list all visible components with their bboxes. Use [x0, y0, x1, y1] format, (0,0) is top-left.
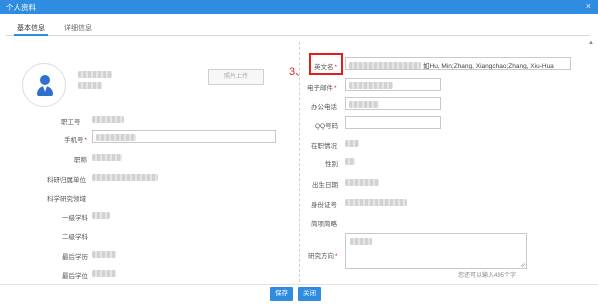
last-degree-level-value	[92, 270, 116, 277]
qq-field[interactable]	[345, 116, 441, 129]
english-name-field[interactable]: 如Hu, Min;Zhang, Xiangchao;Zhang, Xiu-Hua	[345, 57, 571, 70]
status-label: 在职情况	[311, 143, 337, 150]
last-degree-value	[92, 251, 116, 258]
staff-no-value	[92, 116, 124, 123]
id-card-label: 身份证号	[311, 202, 337, 209]
qq-label: QQ号码	[315, 123, 339, 130]
research-field-label: 科学研究领域	[47, 196, 86, 203]
second-subject-label: 二级学科	[62, 234, 88, 241]
staff-no-label: 职工号	[61, 119, 81, 126]
user-info-redacted	[78, 82, 102, 89]
phone-label: 手机号*	[64, 137, 88, 144]
close-button[interactable]: 关闭	[298, 287, 321, 301]
title-value	[92, 154, 122, 161]
resize-grip-icon[interactable]	[520, 262, 525, 267]
user-name-redacted	[78, 71, 112, 78]
unit-value	[92, 174, 158, 181]
phone-field[interactable]	[92, 130, 276, 143]
char-count-hint: 您还可以输入495个字	[458, 273, 517, 279]
user-avatar-icon	[37, 75, 53, 97]
title-label: 职称	[74, 157, 87, 164]
avatar	[22, 63, 66, 107]
tab-detail-info[interactable]: 详细信息	[64, 23, 92, 33]
scrollbar[interactable]	[588, 40, 594, 280]
dialog-title: 个人资料	[6, 3, 36, 12]
english-name-label: 英文名*	[314, 64, 338, 71]
close-icon[interactable]: ×	[586, 1, 591, 11]
birth-date-value	[345, 179, 379, 186]
tab-basic-info[interactable]: 基本信息	[14, 23, 48, 36]
id-card-value	[345, 199, 407, 206]
email-label: 电子邮件*	[307, 85, 337, 92]
status-value	[345, 140, 359, 147]
research-textarea[interactable]	[345, 233, 527, 269]
research-label: 研究方向*	[308, 253, 338, 260]
last-degree-label: 最后学历	[62, 254, 88, 261]
office-phone-label: 办公电话	[311, 104, 337, 111]
save-button[interactable]: 保存	[270, 287, 293, 301]
tab-bar: 基本信息 详细信息	[6, 22, 590, 36]
office-phone-field[interactable]	[345, 97, 441, 110]
first-subject-label: 一级学科	[62, 215, 88, 222]
first-subject-value	[92, 212, 110, 219]
last-degree-level-label: 最后学位	[62, 273, 88, 280]
unit-label: 科研归属单位	[47, 177, 86, 184]
dialog-titlebar: 个人资料 ×	[0, 0, 598, 14]
birth-date-label: 出生日期	[312, 182, 338, 189]
homepage-label: 简项简略	[311, 221, 337, 228]
annotation-step: 3、	[289, 66, 307, 78]
gender-label: 性别	[325, 161, 338, 168]
email-field[interactable]	[345, 78, 441, 91]
upload-photo-button[interactable]: 照片上传	[208, 69, 264, 85]
gender-value	[345, 158, 355, 165]
